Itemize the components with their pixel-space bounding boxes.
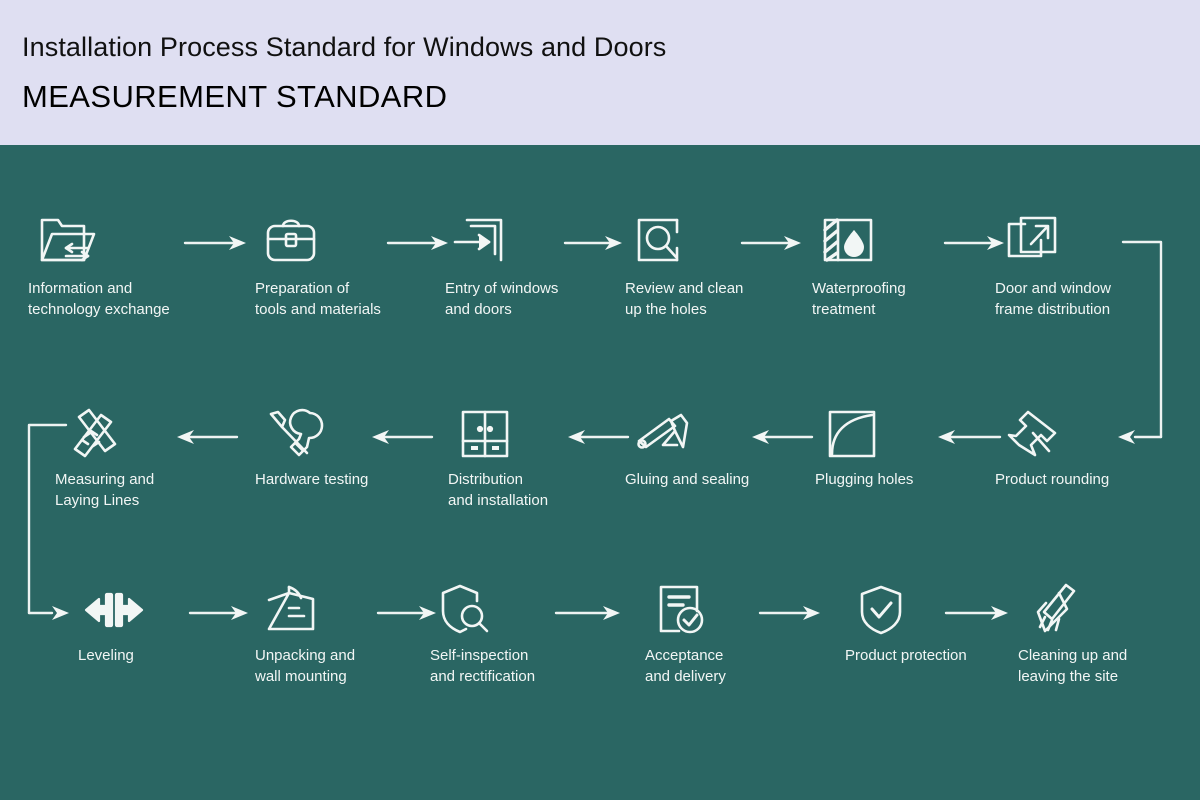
step-label: Hardware testing [255, 471, 369, 488]
arrow-r1-4 [740, 236, 801, 250]
arrow-r3-1 [188, 606, 248, 620]
crossed-rulers-icon [55, 403, 127, 465]
width-measure-arrows-icon [78, 579, 150, 641]
wrench-screwdriver-icon [255, 403, 327, 465]
flowchart-page: Installation Process Standard for Window… [0, 0, 1200, 800]
step-label: Product rounding [995, 471, 1110, 488]
arrow-r1-2 [386, 236, 448, 250]
step-label: Leveling [78, 647, 134, 664]
arrow-r3-5 [944, 606, 1008, 620]
pushpin-icon [995, 403, 1067, 465]
overlapping-squares-arrow-icon [995, 210, 1067, 272]
toolbox-icon [255, 210, 327, 272]
step-label: Door and window frame distribution [995, 280, 1111, 318]
arrow-r2-2 [752, 430, 814, 444]
step-label: Plugging holes [815, 471, 914, 488]
wall-plaque-icon [255, 579, 327, 641]
step-label: Waterproofing treatment [812, 280, 906, 318]
square-curve-fill-icon [815, 403, 887, 465]
step-label: Measuring and Laying Lines [55, 471, 155, 509]
step-label: Gluing and sealing [625, 471, 750, 488]
arrow-r2-4 [372, 430, 434, 444]
glue-gun-icon [625, 403, 697, 465]
step-label: Preparation of tools and materials [255, 280, 381, 318]
arrow-r3-4 [758, 606, 820, 620]
page-header: Installation Process Standard for Window… [0, 0, 1200, 145]
shield-magnifier-icon [430, 579, 502, 641]
waterdrop-hatch-icon [812, 210, 884, 272]
page-subtitle: MEASUREMENT STANDARD [22, 79, 448, 114]
step-label: Product protection [845, 647, 967, 664]
step-label: Acceptance and delivery [645, 647, 726, 685]
step-label: Review and clean up the holes [625, 280, 744, 318]
arrow-r2-1 [938, 430, 1002, 444]
step-label: Distribution and installation [448, 471, 549, 509]
arrow-r3-2 [376, 606, 436, 620]
folder-exchange-icon [28, 210, 100, 272]
step-label: Unpacking and wall mounting [255, 647, 356, 685]
window-grid-icon [448, 403, 520, 465]
square-magnifier-icon [625, 210, 697, 272]
document-check-icon [645, 579, 717, 641]
step-label: Information and technology exchange [28, 280, 170, 318]
shield-check-icon [845, 579, 917, 641]
page-title: Installation Process Standard for Window… [22, 32, 667, 62]
entry-bracket-arrow-icon [445, 210, 517, 272]
row1-to-row2-connector [1118, 240, 1163, 444]
step-label: Self-inspection and rectification [430, 647, 536, 685]
step-label: Cleaning up and leaving the site [1018, 647, 1128, 685]
arrow-r2-3 [568, 430, 630, 444]
process-flow-diagram: Information and technology exchange Prep… [0, 145, 1200, 800]
arrow-r3-3 [554, 606, 620, 620]
brush-icon [1018, 579, 1090, 641]
arrow-r1-3 [563, 236, 622, 250]
arrow-r2-5 [177, 430, 239, 444]
step-label: Entry of windows and doors [445, 280, 559, 318]
arrow-r1-1 [183, 236, 246, 250]
